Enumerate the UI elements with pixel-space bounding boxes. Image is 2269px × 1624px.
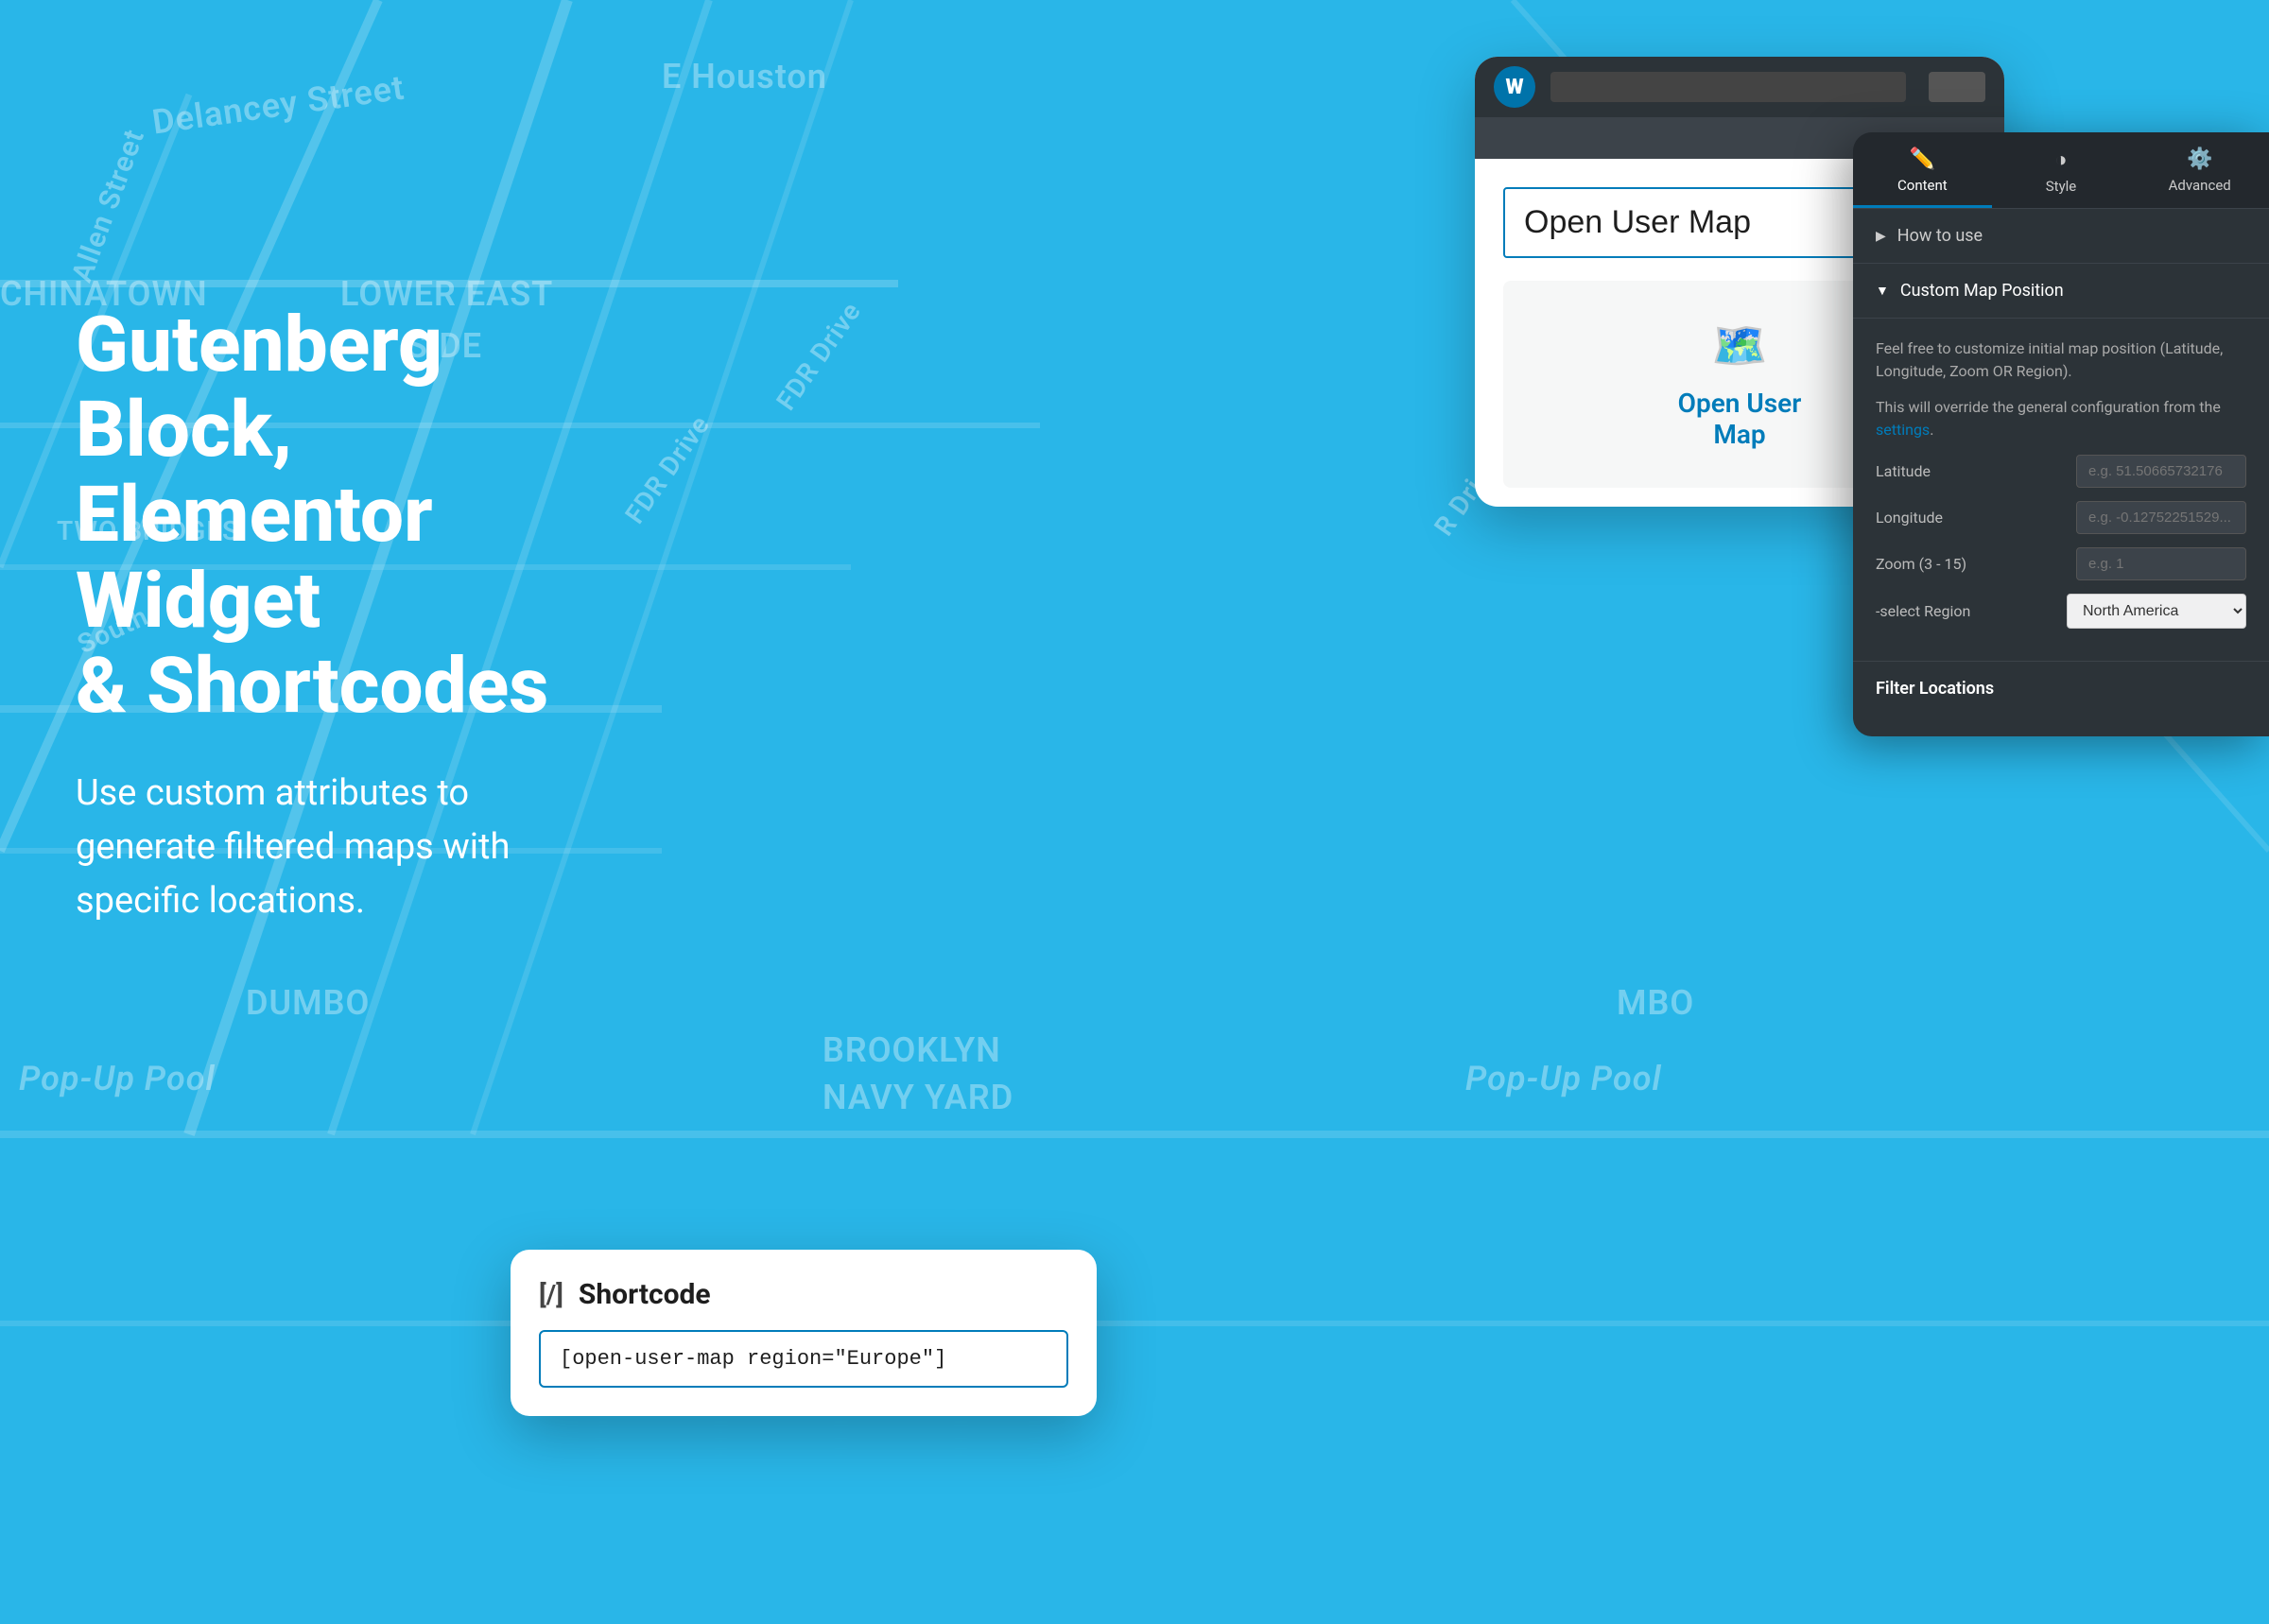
tab-advanced[interactable]: ⚙️ Advanced xyxy=(2130,132,2269,208)
wordpress-logo: W xyxy=(1494,66,1535,108)
longitude-input[interactable] xyxy=(2076,501,2246,534)
wp-panel-header: W xyxy=(1475,57,2004,117)
longitude-label: Longitude xyxy=(1876,509,2076,527)
region-label: -select Region xyxy=(1876,602,2067,620)
latitude-field-row: Latitude xyxy=(1876,455,2246,488)
shortcode-panel: [/] Shortcode [open-user-map region="Eur… xyxy=(511,1250,1097,1416)
shortcode-icon: [/] xyxy=(539,1279,563,1310)
map-preview-icon: 🗺️ xyxy=(1711,319,1768,372)
tab-style[interactable]: ◑ Style xyxy=(1992,132,2131,208)
map-position-desc1: Feel free to customize initial map posit… xyxy=(1876,337,2246,383)
map-position-desc2: This will override the general configura… xyxy=(1876,396,2246,441)
shortcode-header: [/] Shortcode xyxy=(539,1278,1068,1311)
advanced-tab-label: Advanced xyxy=(2169,177,2231,194)
custom-map-position-header[interactable]: ▼ Custom Map Position xyxy=(1853,264,2269,319)
custom-map-position-body: Feel free to customize initial map posit… xyxy=(1853,319,2269,662)
shortcode-code[interactable]: [open-user-map region="Europe"] xyxy=(560,1347,946,1371)
section-expand-arrow: ▼ xyxy=(1876,283,1889,299)
section-collapse-arrow: ▶ xyxy=(1876,229,1886,244)
style-tab-label: Style xyxy=(2046,178,2077,195)
zoom-field-row: Zoom (3 - 15) xyxy=(1876,547,2246,580)
filter-locations-label: Filter Locations xyxy=(1876,679,1994,699)
style-tab-icon: ◑ xyxy=(2054,147,2067,172)
custom-map-position-label: Custom Map Position xyxy=(1900,281,2064,301)
settings-link[interactable]: settings xyxy=(1876,421,1930,439)
latitude-label: Latitude xyxy=(1876,462,2076,480)
how-to-use-label: How to use xyxy=(1897,226,1983,246)
content-tab-label: Content xyxy=(1897,177,1948,194)
how-to-use-header[interactable]: ▶ How to use xyxy=(1853,209,2269,264)
zoom-input[interactable] xyxy=(2076,547,2246,580)
content-tab-icon: ✏️ xyxy=(1910,147,1935,171)
elementor-tabs: ✏️ Content ◑ Style ⚙️ Advanced xyxy=(1853,132,2269,209)
region-field-row: -select Region North America Europe Asia… xyxy=(1876,594,2246,629)
custom-map-position-section: ▼ Custom Map Position Feel free to custo… xyxy=(1853,264,2269,662)
region-select[interactable]: North America Europe Asia South America xyxy=(2067,594,2246,629)
tab-content[interactable]: ✏️ Content xyxy=(1853,132,1992,208)
zoom-label: Zoom (3 - 15) xyxy=(1876,555,2076,573)
left-content-section: Gutenberg Block,Elementor Widget& Shortc… xyxy=(76,302,662,928)
block-link-text: Open UserMap xyxy=(1678,388,1802,450)
how-to-use-section: ▶ How to use xyxy=(1853,209,2269,264)
shortcode-input-wrapper: [open-user-map region="Europe"] xyxy=(539,1330,1068,1388)
shortcode-title: Shortcode xyxy=(579,1278,711,1311)
filter-locations-header[interactable]: Filter Locations xyxy=(1853,662,2269,708)
advanced-tab-icon: ⚙️ xyxy=(2187,147,2212,171)
longitude-field-row: Longitude xyxy=(1876,501,2246,534)
main-heading: Gutenberg Block,Elementor Widget& Shortc… xyxy=(76,302,662,729)
latitude-input[interactable] xyxy=(2076,455,2246,488)
elementor-panel: ✏️ Content ◑ Style ⚙️ Advanced ▶ How to … xyxy=(1853,132,2269,736)
sub-text: Use custom attributes to generate filter… xyxy=(76,767,662,928)
